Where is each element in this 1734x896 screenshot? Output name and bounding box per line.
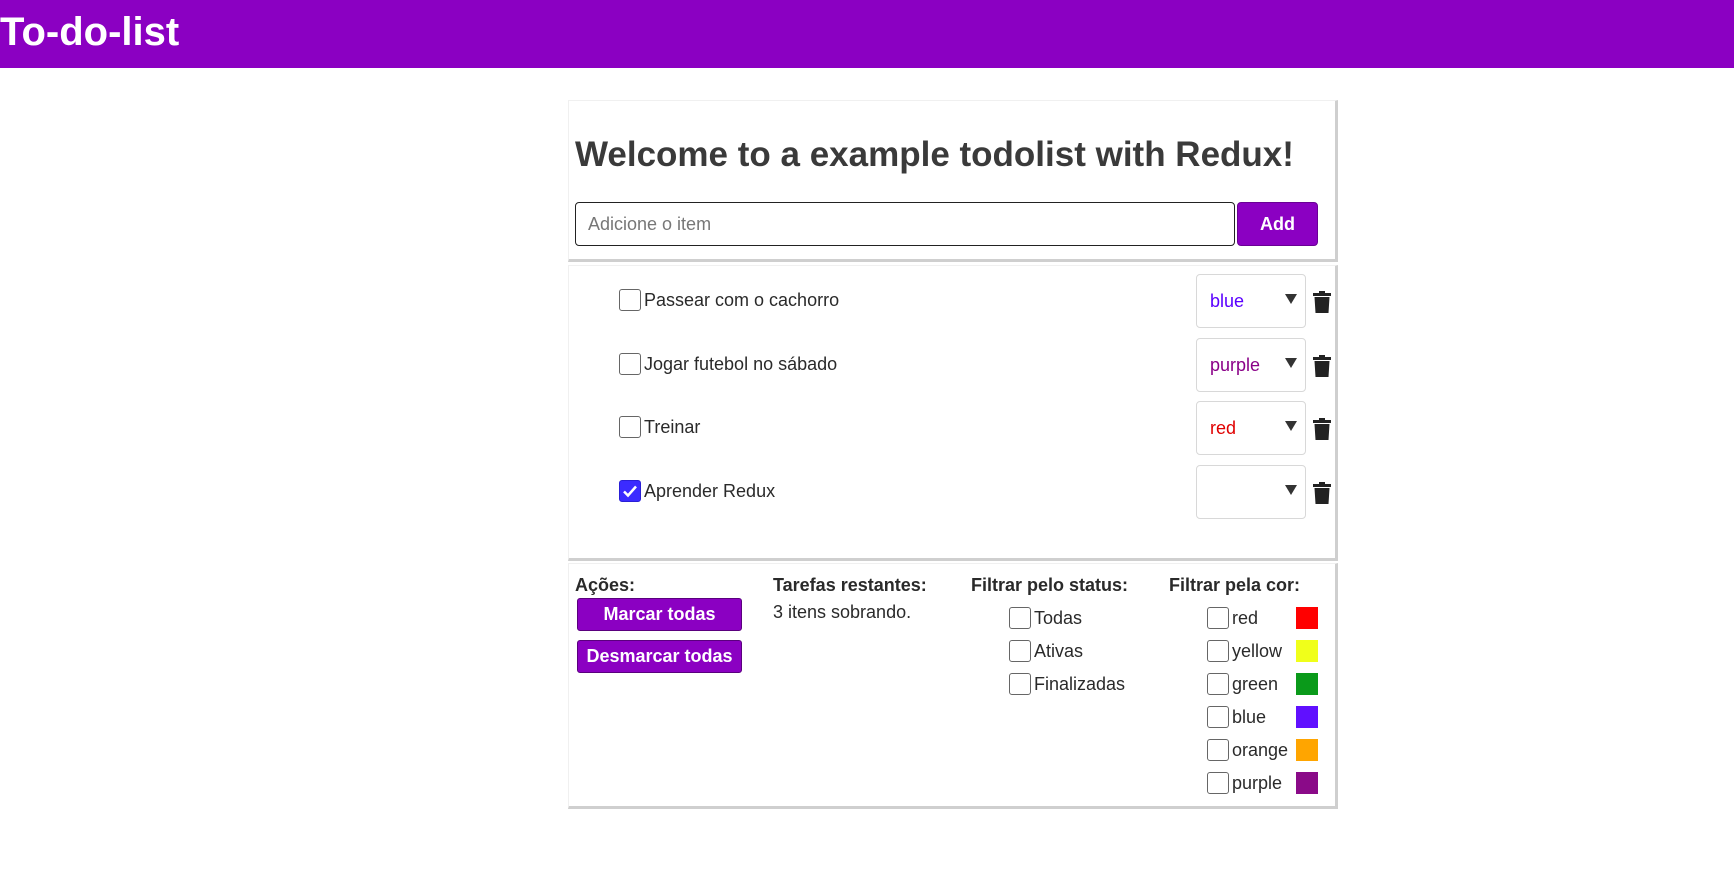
trash-icon[interactable] <box>1313 482 1331 504</box>
color-option-label: orange <box>1232 740 1289 760</box>
todo-checkbox[interactable] <box>619 353 641 375</box>
status-checkbox[interactable] <box>1009 607 1031 629</box>
color-checkbox[interactable] <box>1207 673 1229 695</box>
todo-item: Jogar futebol no sábado purple <box>569 336 1339 392</box>
actions-label: Ações: <box>575 575 636 595</box>
color-select-value: red <box>1210 418 1237 438</box>
todo-item: Aprender Redux <box>569 463 1339 519</box>
remaining-label: Tarefas restantes: <box>773 575 927 595</box>
color-select[interactable]: purple <box>1196 338 1306 392</box>
chevron-down-icon <box>1285 294 1297 304</box>
header-panel: Welcome to a example todolist with Redux… <box>568 100 1338 262</box>
new-item-input[interactable] <box>575 202 1235 246</box>
color-swatch <box>1296 772 1318 794</box>
status-filter-label: Filtrar pelo status: <box>971 575 1129 595</box>
chevron-down-icon <box>1285 358 1297 368</box>
color-swatch <box>1296 673 1318 695</box>
color-select[interactable]: blue <box>1196 274 1306 328</box>
color-swatch <box>1296 706 1318 728</box>
chevron-down-icon <box>1285 485 1297 495</box>
color-option-label: red <box>1232 608 1259 628</box>
todo-checkbox[interactable] <box>619 480 641 502</box>
todo-text: Treinar <box>644 417 701 437</box>
color-checkbox[interactable] <box>1207 739 1229 761</box>
color-select[interactable]: red <box>1196 401 1306 455</box>
status-option-label: Finalizadas <box>1034 674 1126 694</box>
todo-item: Treinar red <box>569 399 1339 455</box>
add-button[interactable]: Add <box>1237 202 1318 246</box>
todo-checkbox[interactable] <box>619 416 641 438</box>
color-option-label: purple <box>1232 773 1283 793</box>
todo-list: Passear com o cachorro blue Jogar futebo… <box>568 265 1338 561</box>
color-select-value: purple <box>1210 355 1261 375</box>
chevron-down-icon <box>1285 421 1297 431</box>
footer-panel: Ações: Marcar todas Desmarcar todas Tare… <box>568 563 1338 809</box>
check-icon <box>623 485 637 498</box>
todo-item: Passear com o cachorro blue <box>569 272 1339 328</box>
color-swatch <box>1296 607 1318 629</box>
unmark-all-button[interactable]: Desmarcar todas <box>577 640 742 673</box>
todo-text: Jogar futebol no sábado <box>644 354 838 374</box>
status-option-label: Ativas <box>1034 641 1084 661</box>
trash-icon[interactable] <box>1313 355 1331 377</box>
trash-icon[interactable] <box>1313 418 1331 440</box>
remaining-count: 3 itens sobrando. <box>773 602 912 622</box>
color-filter-label: Filtrar pela cor: <box>1169 575 1301 595</box>
color-option-label: blue <box>1232 707 1267 727</box>
trash-icon[interactable] <box>1313 291 1331 313</box>
color-option-label: yellow <box>1232 641 1283 661</box>
status-checkbox[interactable] <box>1009 640 1031 662</box>
app-header: To-do-list <box>0 0 1734 68</box>
status-checkbox[interactable] <box>1009 673 1031 695</box>
color-swatch <box>1296 640 1318 662</box>
color-checkbox[interactable] <box>1207 772 1229 794</box>
color-checkbox[interactable] <box>1207 607 1229 629</box>
todo-text: Aprender Redux <box>644 481 776 501</box>
color-select-value: blue <box>1210 291 1245 311</box>
app-title: To-do-list <box>0 10 180 54</box>
todo-text: Passear com o cachorro <box>644 290 840 310</box>
color-option-label: green <box>1232 674 1279 694</box>
color-select[interactable] <box>1196 465 1306 519</box>
welcome-heading: Welcome to a example todolist with Redux… <box>575 135 1294 174</box>
mark-all-button[interactable]: Marcar todas <box>577 598 742 631</box>
color-swatch <box>1296 739 1318 761</box>
color-checkbox[interactable] <box>1207 706 1229 728</box>
todo-checkbox[interactable] <box>619 289 641 311</box>
status-option-label: Todas <box>1034 608 1083 628</box>
color-checkbox[interactable] <box>1207 640 1229 662</box>
